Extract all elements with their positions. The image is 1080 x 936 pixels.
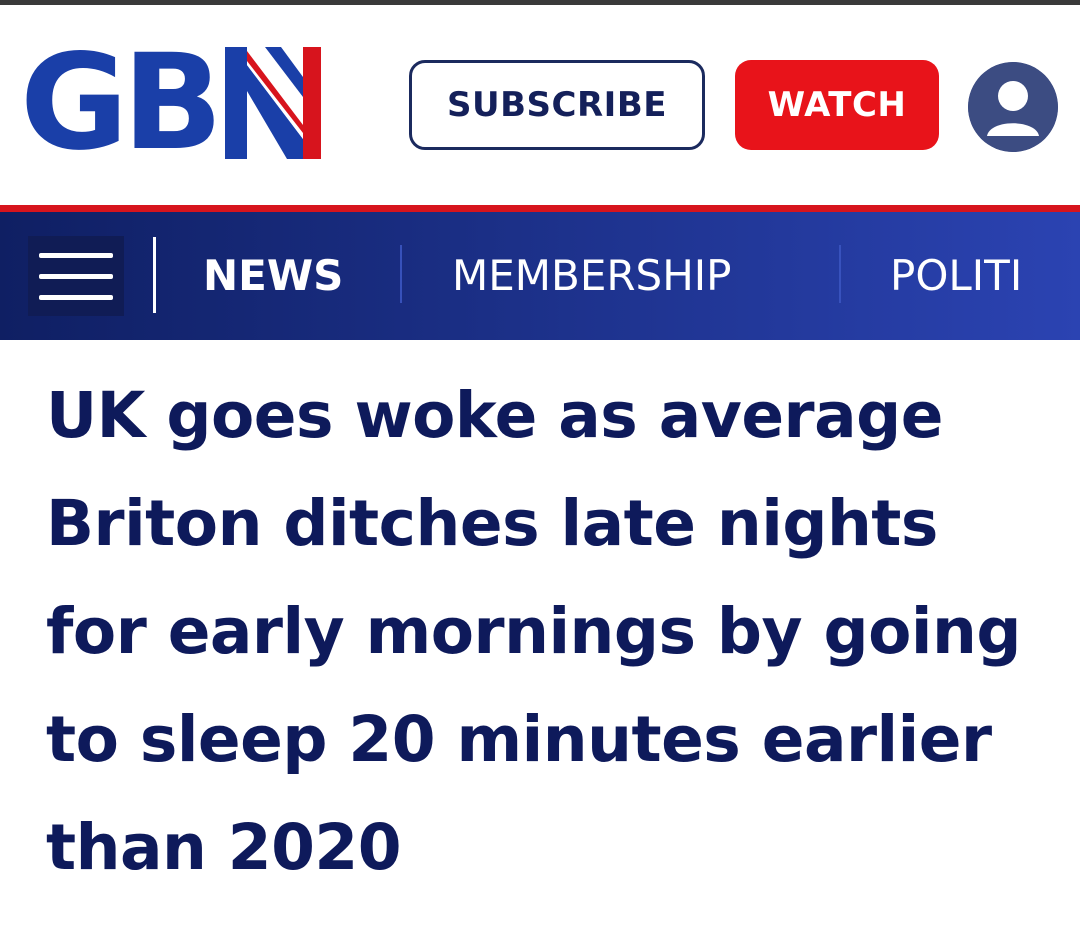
watch-button[interactable]: WATCH <box>735 60 939 150</box>
menu-line <box>39 294 113 300</box>
article-headline: UK goes woke as average Briton ditches l… <box>46 379 1021 884</box>
nav-item-news[interactable]: NEWS <box>203 242 343 308</box>
user-avatar-icon <box>968 62 1058 152</box>
main-nav: NEWS MEMBERSHIP POLITI <box>0 212 1080 340</box>
subscribe-button[interactable]: SUBSCRIBE <box>409 60 705 150</box>
account-button[interactable] <box>968 62 1058 152</box>
header-red-divider <box>0 205 1080 212</box>
site-header: GB SUBSCRIBE WATCH <box>0 5 1080 205</box>
nav-divider <box>839 245 841 303</box>
menu-line <box>39 252 113 258</box>
nav-item-membership[interactable]: MEMBERSHIP <box>452 242 732 308</box>
hamburger-menu-icon[interactable] <box>28 236 124 316</box>
nav-divider <box>400 245 402 303</box>
nav-divider <box>153 237 156 313</box>
logo-text: GB <box>20 26 223 180</box>
menu-line <box>39 273 113 279</box>
gbn-logo[interactable]: GB <box>20 26 321 180</box>
nav-item-politics[interactable]: POLITI <box>890 242 1022 308</box>
logo-n-flag-icon <box>224 47 321 159</box>
